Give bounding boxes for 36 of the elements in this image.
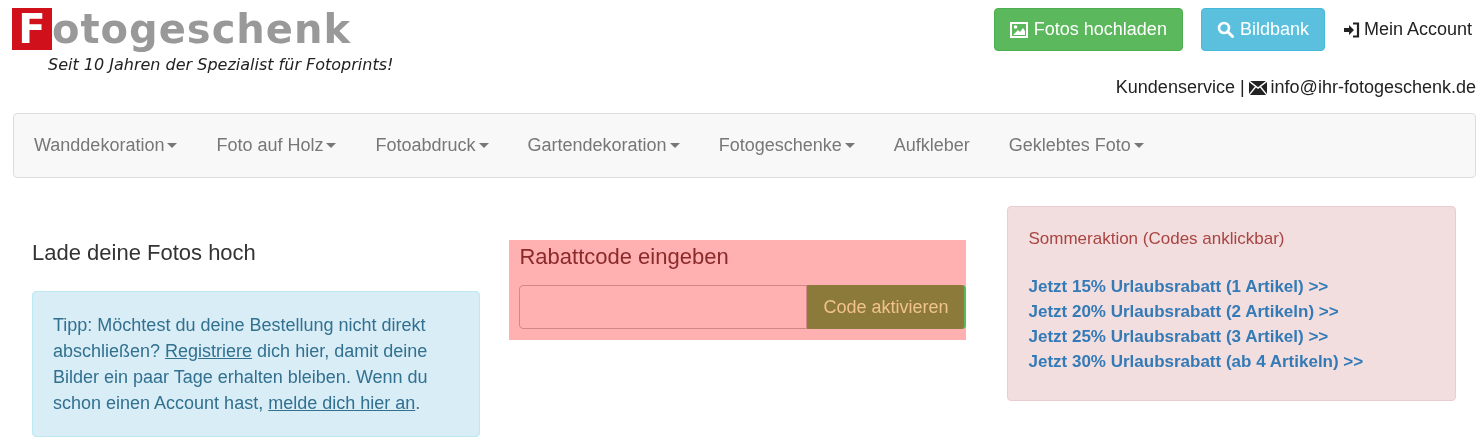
separator: | bbox=[1239, 77, 1245, 98]
nav-item[interactable]: Fotoabdruck bbox=[360, 135, 504, 156]
nav-item[interactable]: Aufkleber bbox=[878, 135, 985, 156]
nav-item[interactable]: Gartendekoration bbox=[512, 135, 695, 156]
nav-item[interactable]: Wanddekoration bbox=[19, 135, 193, 156]
caret-icon bbox=[167, 143, 178, 148]
upload-button[interactable]: Fotos hochladen bbox=[993, 8, 1183, 51]
caret-icon bbox=[1133, 143, 1144, 148]
promo-title: Sommeraktion (Codes anklickbar) bbox=[1028, 229, 1286, 249]
email-link[interactable]: info@ihr-fotogeschenk.de bbox=[1270, 77, 1476, 98]
image-icon bbox=[1009, 21, 1028, 38]
caret-icon bbox=[844, 143, 855, 148]
discount-link[interactable]: Jetzt 25% Urlaubsrabatt (3 Artikel) >> bbox=[1028, 324, 1435, 349]
discount-link[interactable]: Jetzt 20% Urlaubsrabatt (2 Artikeln) >> bbox=[1028, 299, 1435, 324]
logo[interactable]: F otogeschenk bbox=[12, 8, 394, 50]
envelope-icon bbox=[1248, 80, 1267, 95]
sign-in-icon bbox=[1342, 21, 1360, 38]
discount-link[interactable]: Jetzt 30% Urlaubsrabatt (ab 4 Artikeln) >> bbox=[1028, 349, 1435, 374]
nav-item[interactable]: Foto auf Holz bbox=[201, 135, 352, 156]
activate-code-button[interactable]: Code aktivieren bbox=[807, 285, 967, 329]
caret-icon bbox=[669, 143, 680, 148]
discount-link[interactable]: Jetzt 15% Urlaubsrabatt (1 Artikel) >> bbox=[1028, 274, 1435, 299]
caret-icon bbox=[478, 143, 489, 148]
coupon-heading: Rabattcode eingeben bbox=[519, 244, 730, 270]
tip-text: Tipp: Möchtest du deine Bestellung nicht direkt abschließen? Registriere dich hier, damit deine Bilder ein paar Tage erhalten bleiben. Wenn du schon einen Account hast, melde dich hier an. bbox=[53, 314, 429, 415]
customer-service-label: Kundenservice bbox=[1115, 77, 1235, 98]
tip-link[interactable]: melde dich hier an bbox=[268, 393, 416, 413]
account-link[interactable]: Mein Account bbox=[1342, 19, 1476, 40]
tagline: Seit 10 Jahren der Spezialist für Fotoprints! bbox=[48, 55, 394, 74]
caret-icon bbox=[326, 143, 337, 148]
nav-item[interactable]: Geklebtes Foto bbox=[993, 135, 1159, 156]
coupon-code-field[interactable] bbox=[519, 285, 808, 329]
section-heading: Lade deine Fotos hoch bbox=[32, 240, 257, 266]
tip-link[interactable]: Registriere bbox=[165, 341, 253, 361]
search-icon bbox=[1216, 21, 1234, 38]
nav-item[interactable]: Fotogeschenke bbox=[703, 135, 870, 156]
